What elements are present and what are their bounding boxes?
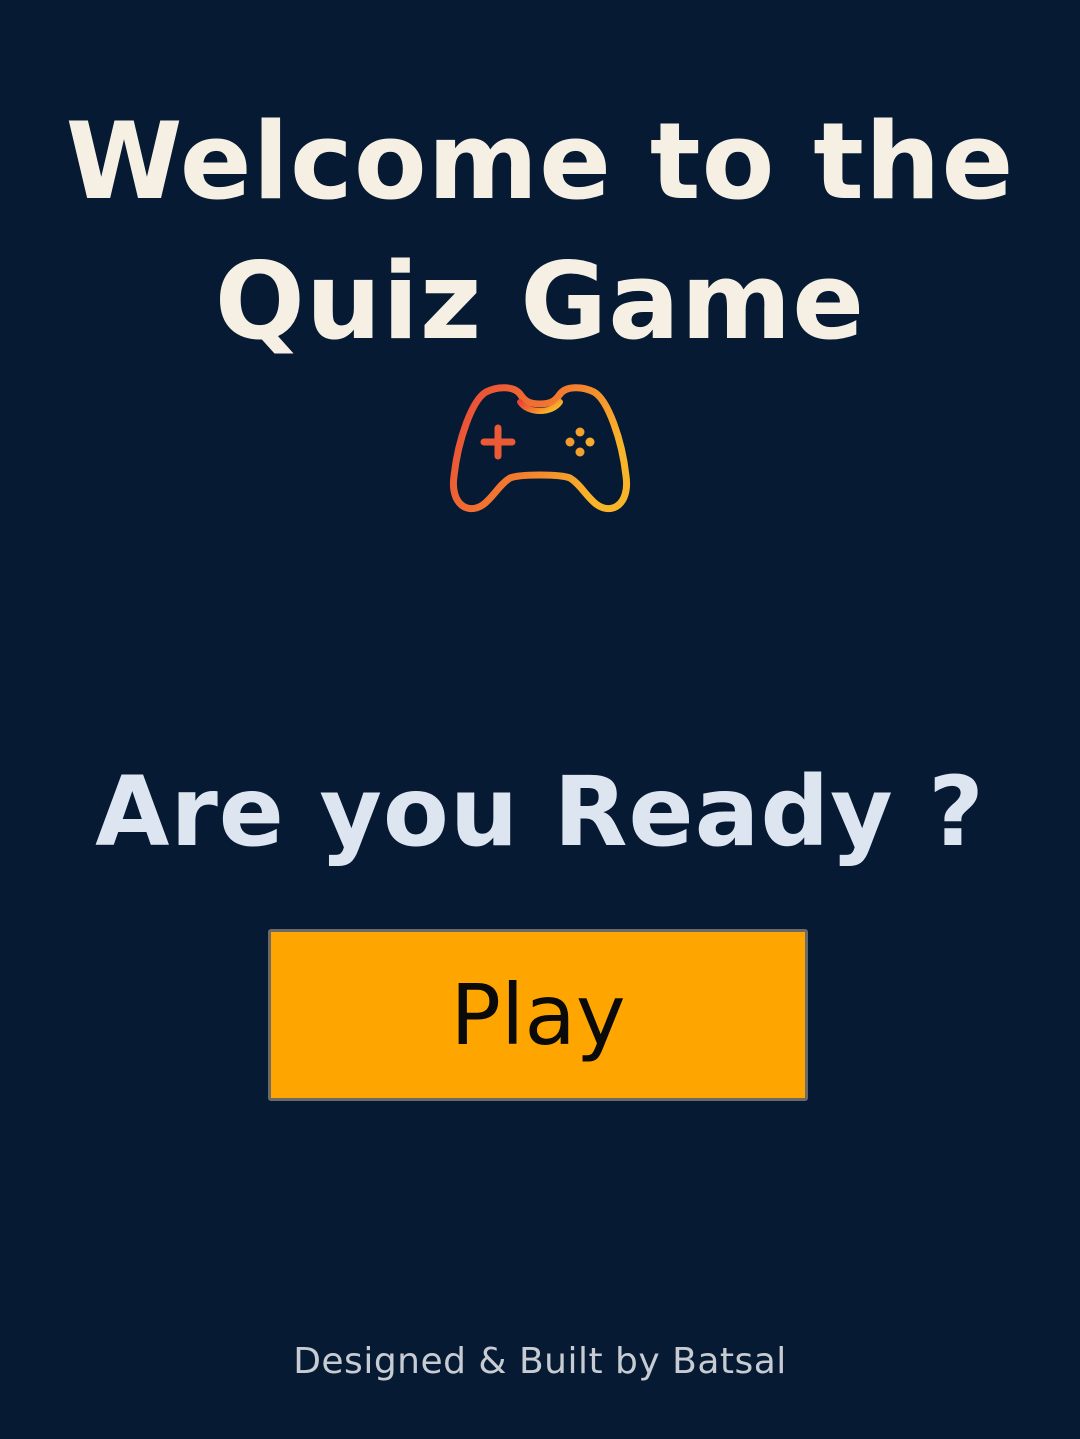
footer-credit: Designed & Built by Batsal (293, 1341, 787, 1382)
page-title: Welcome to the Quiz Game (0, 92, 1080, 372)
quiz-start-screen: Welcome to the Quiz Game Are you Ready ?… (0, 0, 1080, 1439)
title-line-2: Quiz Game (214, 240, 866, 363)
title-line-1: Welcome to the (65, 100, 1015, 223)
gamepad-icon (448, 380, 634, 518)
play-button[interactable]: Play (268, 929, 808, 1101)
ready-prompt: Are you Ready ? (95, 756, 985, 868)
